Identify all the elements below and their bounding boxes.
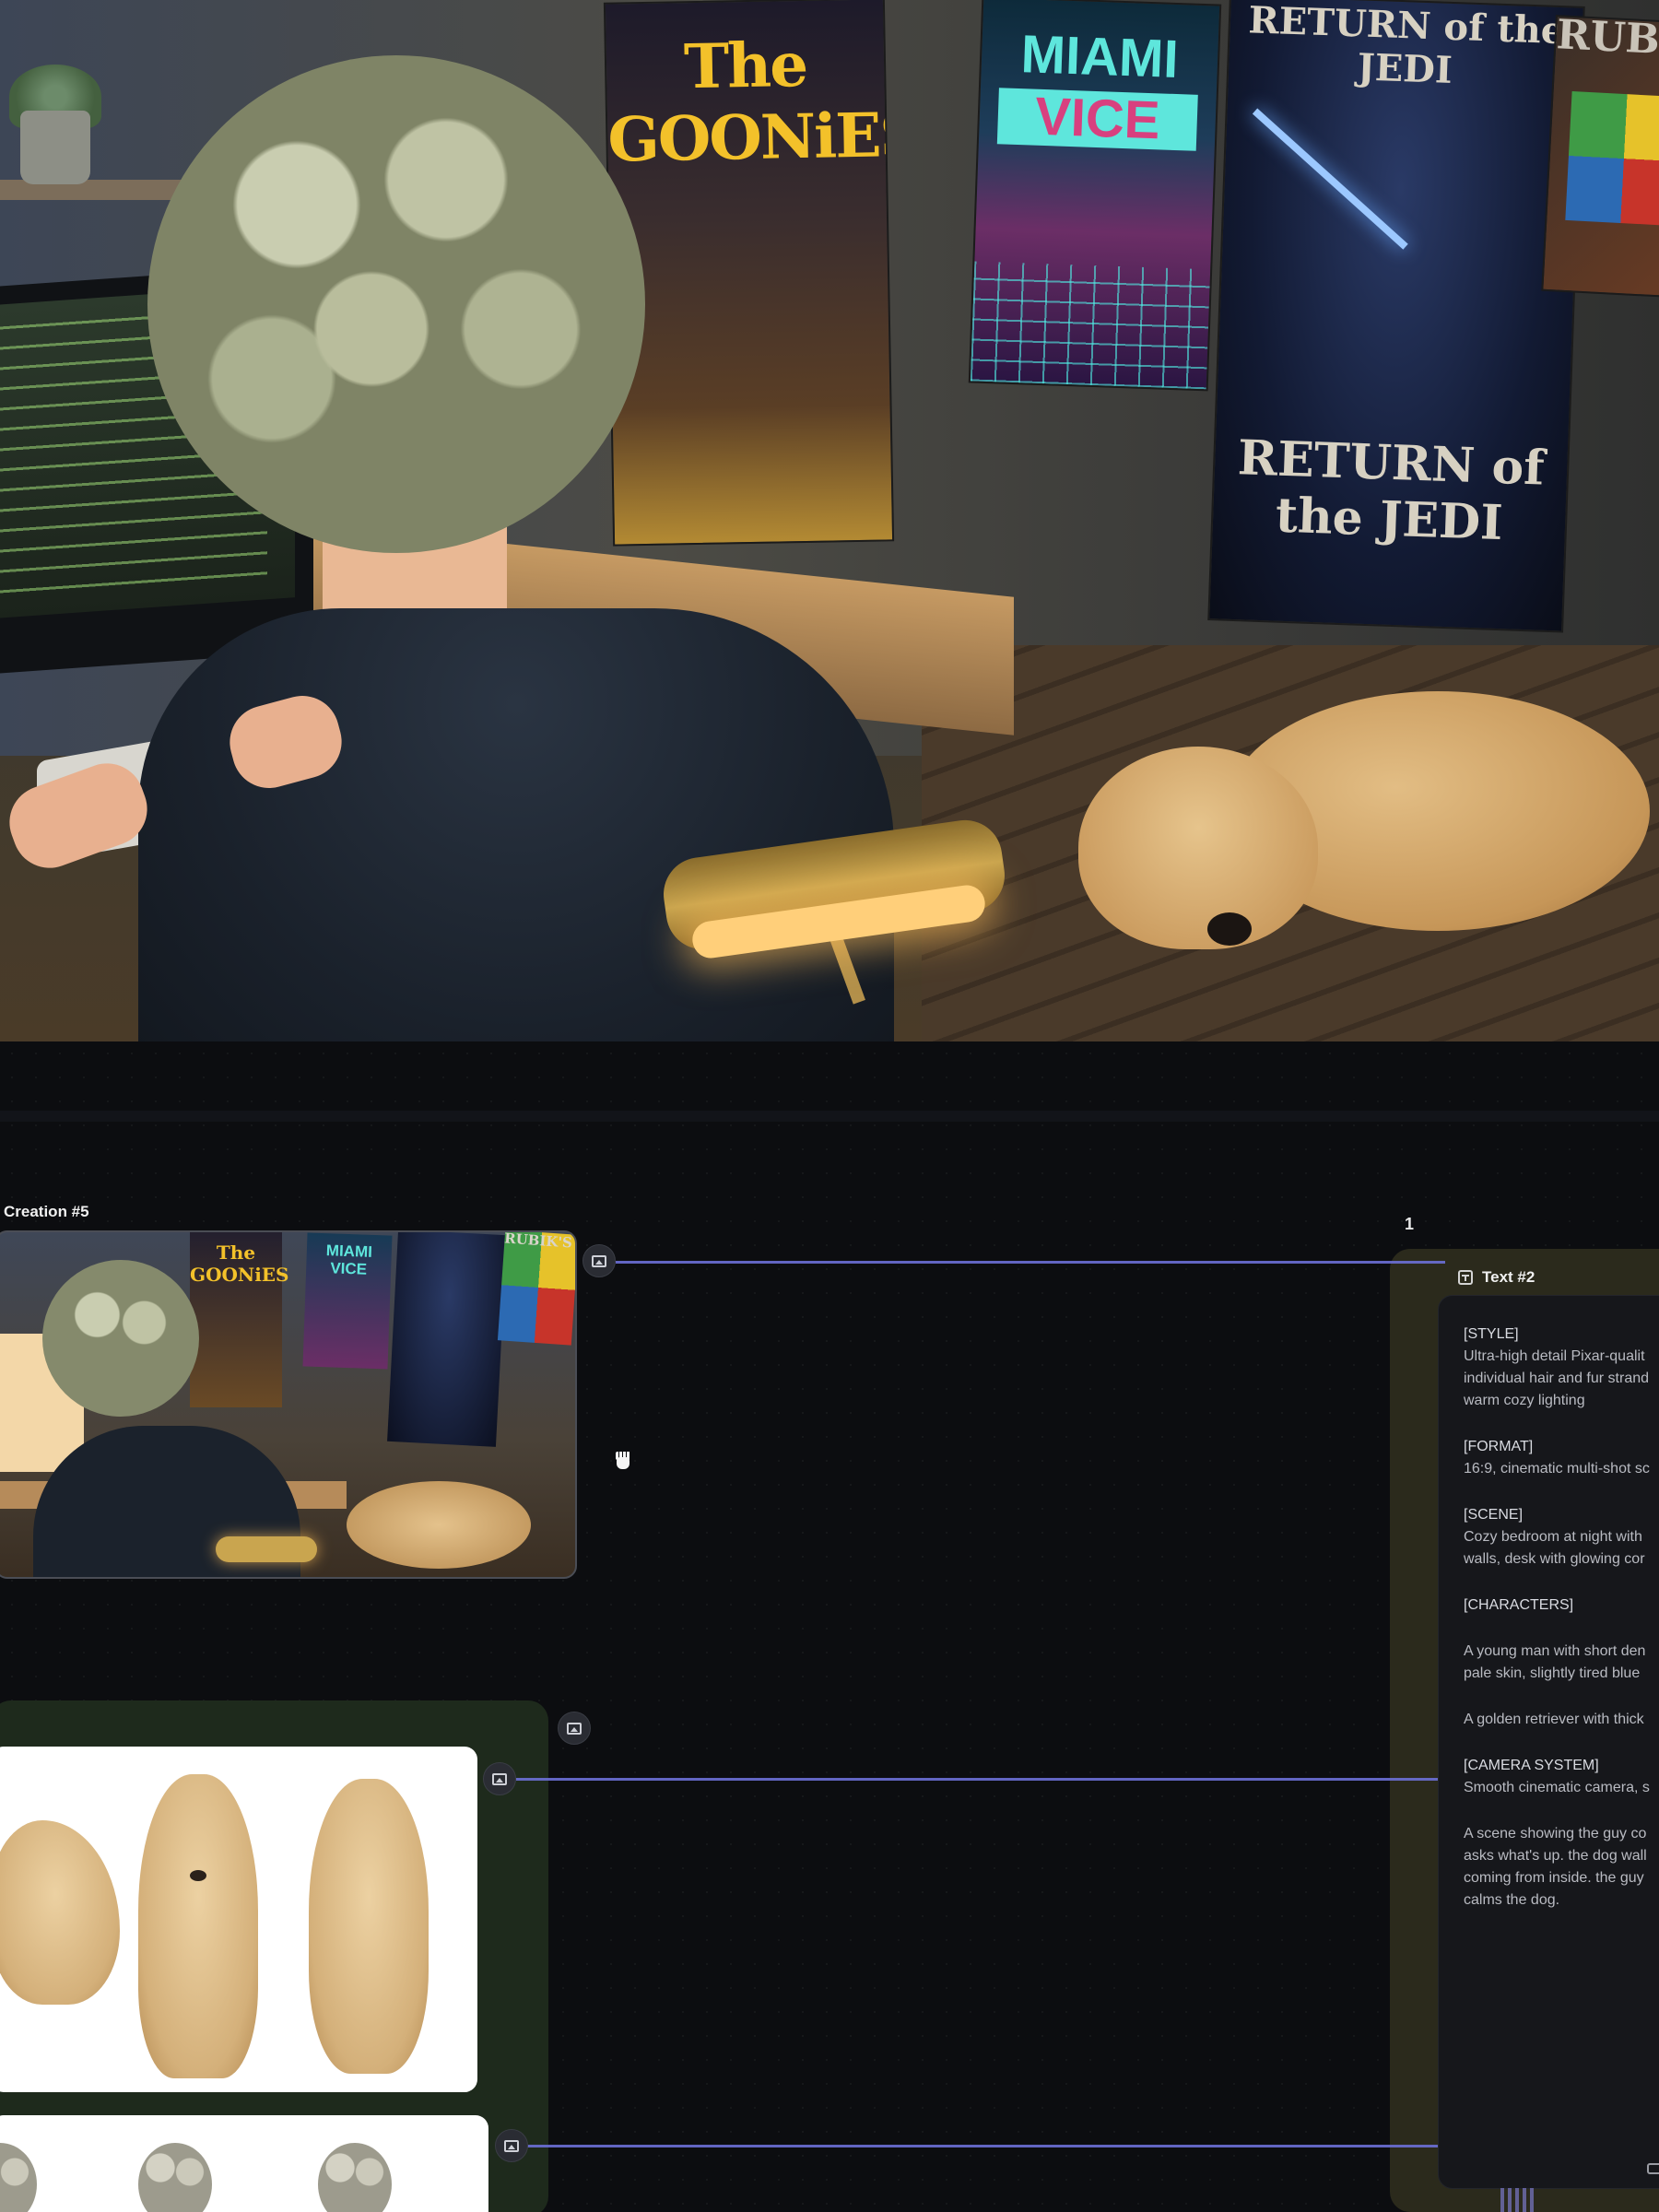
miami-vice-poster: MIAMI VICE (968, 0, 1222, 392)
rubiks-poster-title: RUBIK'S (1555, 15, 1659, 69)
thumb-character-hair (42, 1260, 199, 1417)
connection-edge (616, 1261, 1445, 1264)
prompt-section-heading: [FORMAT] (1464, 1439, 1534, 1454)
prompt-line (1464, 1571, 1659, 1594)
thumb-jedi-poster (387, 1232, 507, 1447)
head-view (0, 2143, 37, 2212)
creation-output-port[interactable] (582, 1244, 616, 1277)
head-view (138, 2143, 212, 2212)
text-node-card[interactable]: [STYLE] Ultra-high detail Pixar-qualit ind… (1438, 1295, 1659, 2189)
prompt-section-heading: [CAMERA SYSTEM] (1464, 1758, 1599, 1773)
comment-icon[interactable] (1647, 2163, 1659, 2174)
hand-cursor-icon (614, 1451, 632, 1471)
prompt-line: walls, desk with glowing cor (1464, 1551, 1645, 1567)
prompt-line: coming from inside. the guy (1464, 1870, 1644, 1886)
thumb-miami-poster: MIAMI VICE (302, 1232, 393, 1370)
image-port-icon (592, 1254, 606, 1267)
vice-poster-title: VICE (996, 87, 1198, 151)
prompt-line: A golden retriever with thick (1464, 1712, 1644, 1727)
text-node-title: Text #2 (1482, 1268, 1535, 1286)
thumb-lamp (216, 1536, 317, 1562)
image-port-icon (504, 2139, 519, 2152)
thumb-goonies-poster: The GOONiES (190, 1232, 289, 1407)
connection-edge (516, 1778, 1438, 1781)
prompt-line (1464, 1480, 1659, 1504)
dog-side-view (0, 1820, 120, 2005)
brass-desk-lamp (658, 815, 1014, 1005)
prompt-line: individual hair and fur strand (1464, 1371, 1650, 1386)
jedi-poster-top-title: RETURN of the JEDI (1247, 0, 1566, 92)
dog-front-view (138, 1774, 258, 2078)
prompt-line: Ultra-high detail Pixar-qualit (1464, 1348, 1645, 1364)
prompt-line (1464, 1685, 1659, 1709)
thumb-dog (347, 1481, 531, 1569)
prompt-section-heading: [STYLE] (1464, 1326, 1519, 1342)
dog-reference-sheet[interactable] (0, 1747, 477, 2092)
connection-edge (527, 2145, 1440, 2147)
prompt-line: asks what's up. the dog wall (1464, 1848, 1647, 1864)
miami-poster-title: MIAMI (1019, 24, 1180, 90)
dog-sheet-output-port[interactable] (483, 1762, 516, 1795)
prompt-section-heading: [CHARACTERS] (1464, 1597, 1574, 1613)
prompt-line: pale skin, slightly tired blue (1464, 1665, 1641, 1681)
character-head-reference-sheet[interactable] (0, 2115, 488, 2212)
canvas-divider (0, 1111, 1659, 1122)
potted-plant (9, 65, 101, 184)
jedi-poster-bottom-title: RETURN of the JEDI (1236, 429, 1546, 552)
prompt-line (1464, 1799, 1659, 1823)
canvas-counter: 1 (1405, 1215, 1415, 1233)
image-port-icon (567, 1722, 582, 1735)
head-sheet-output-port[interactable] (495, 2129, 528, 2162)
rubiks-poster: RUBIK'S (1541, 15, 1659, 299)
document-icon (1458, 1270, 1473, 1285)
prompt-line: warm cozy lighting (1464, 1393, 1585, 1408)
creation-node-thumbnail[interactable]: The GOONiES MIAMI VICE RUBIK'S (0, 1230, 577, 1579)
prompt-line: Cozy bedroom at night with (1464, 1529, 1642, 1545)
head-view (318, 2143, 392, 2212)
prompt-section-heading: [SCENE] (1464, 1507, 1524, 1523)
image-port-icon (492, 1772, 507, 1785)
prompt-line: 16:9, cinematic multi-shot sc (1464, 1461, 1650, 1477)
return-of-the-jedi-poster: RETURN of the JEDI RETURN of the JEDI (1207, 0, 1585, 633)
dog-back-view (309, 1779, 429, 2074)
prompt-line: A young man with short den (1464, 1643, 1646, 1659)
prompt-line (1464, 1412, 1659, 1436)
creation-node-title[interactable]: Creation #5 (4, 1203, 89, 1221)
character-young-man (138, 37, 894, 1041)
prompt-line: Smooth cinematic camera, s (1464, 1780, 1650, 1795)
sleeping-golden-retriever (1023, 673, 1650, 986)
prompt-line: calms the dog. (1464, 1892, 1560, 1908)
prompt-text[interactable]: [STYLE] Ultra-high detail Pixar-qualit ind… (1464, 1324, 1659, 1912)
text-node-header[interactable]: Text #2 (1458, 1268, 1535, 1287)
prompt-line (1464, 1731, 1659, 1755)
prompt-line: A scene showing the guy co (1464, 1826, 1647, 1841)
edge-stub (1500, 2188, 1537, 2212)
hero-render-image: The GOONiES MIAMI VICE RETURN of the JED… (0, 0, 1659, 1041)
group-output-port[interactable] (558, 1712, 591, 1745)
prompt-line (1464, 1617, 1659, 1641)
